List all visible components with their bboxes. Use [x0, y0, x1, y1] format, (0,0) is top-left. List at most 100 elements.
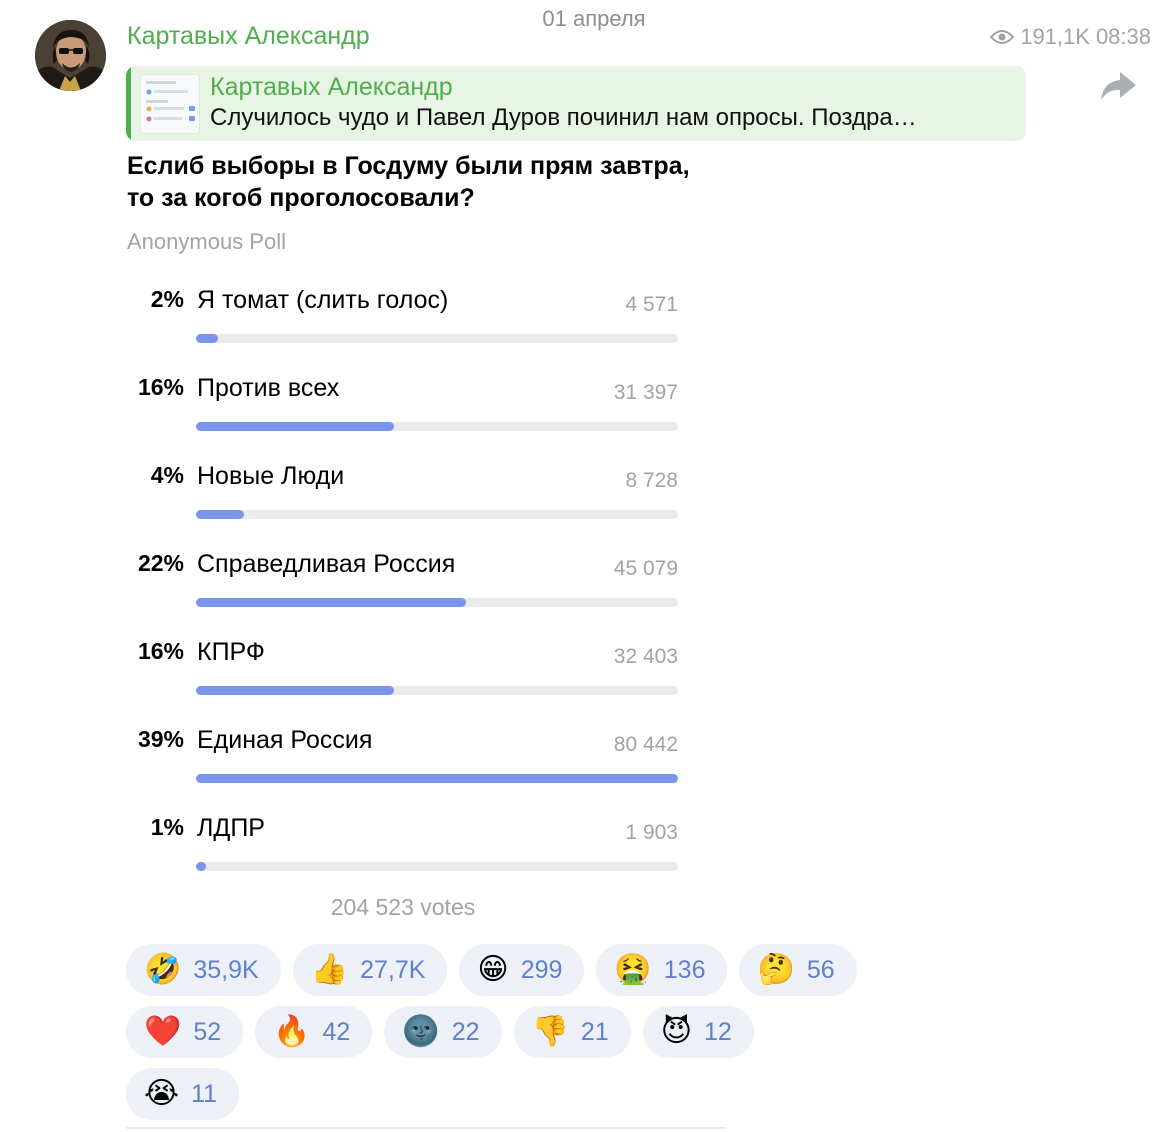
- reaction-emoji-icon: 👎: [531, 1014, 569, 1049]
- reaction-chip[interactable]: 🤮 136: [596, 944, 728, 996]
- reaction-chip[interactable]: 🤣 35,9K: [126, 944, 281, 996]
- poll-options: 2% Я томат (слить голос) 4 571 16% Против вс…: [100, 280, 700, 896]
- reaction-emoji-icon: 👍: [310, 952, 349, 987]
- poll-option-label: ЛДПР: [197, 814, 265, 842]
- share-arrow-icon: [1101, 72, 1136, 100]
- reaction-count: 11: [191, 1079, 218, 1108]
- poll-total-votes: 204 523 votes: [330, 894, 476, 920]
- poll-question-line: то за когоб проголосовали?: [127, 184, 475, 212]
- poll-option-fill: [196, 510, 245, 519]
- poll-option-label: КПРФ: [197, 638, 265, 666]
- reaction-count: 35,9K: [193, 955, 259, 984]
- reaction-emoji-icon: 😭: [144, 1076, 180, 1111]
- poll-option-votes: 8 728: [625, 469, 678, 492]
- reaction-chip[interactable]: 🔥 42: [255, 1006, 373, 1058]
- reaction-chip[interactable]: 😭 11: [126, 1068, 240, 1120]
- reactions-row: 🤣 35,9K 👍 27,7K 😁 299 🤮 136 🤔 56: [126, 944, 886, 996]
- poll-option-fill: [196, 598, 466, 607]
- poll-type-label: Anonymous Poll: [127, 229, 286, 254]
- reply-accent-bar: [126, 66, 131, 141]
- poll-option-percent: 1%: [150, 814, 184, 840]
- poll-option-votes: 80 442: [613, 733, 678, 756]
- poll-option-track: [196, 598, 678, 607]
- poll-option-percent: 16%: [137, 374, 184, 400]
- divider: [126, 1127, 726, 1129]
- poll-option-fill: [196, 686, 394, 695]
- chat-page: 01 апреля Картавых Александр 191,1K 08:3…: [0, 0, 1168, 1132]
- poll-option[interactable]: 16% КПРФ 32 403: [100, 632, 700, 720]
- reaction-count: 136: [663, 955, 706, 984]
- poll-option-percent: 2%: [150, 286, 184, 312]
- poll-option[interactable]: 16% Против всех 31 397: [100, 368, 700, 456]
- poll-option[interactable]: 22% Справедливая Россия 45 079: [100, 544, 700, 632]
- reaction-chip[interactable]: 👎 21: [513, 1006, 631, 1058]
- reaction-emoji-icon: 😈: [660, 1014, 692, 1049]
- reaction-emoji-icon: 😁: [477, 952, 509, 987]
- poll-option-votes: 4 571: [625, 293, 678, 316]
- poll-option-votes: 1 903: [625, 821, 678, 844]
- poll-option-percent: 39%: [137, 726, 184, 752]
- reply-preview[interactable]: Картавых Александр Случилось чудо и Паве…: [126, 66, 1026, 141]
- share-button[interactable]: [1098, 66, 1138, 106]
- reaction-chip[interactable]: 😁 299: [459, 944, 585, 996]
- poll-option-track: [196, 862, 678, 871]
- reaction-chip[interactable]: 🤔 56: [739, 944, 857, 996]
- avatar-image: [35, 20, 106, 91]
- poll-option-label: Я томат (слить голос): [197, 286, 449, 314]
- reactions-row: 😭 11: [126, 1068, 886, 1120]
- poll-question-line: Еслиб выборы в Госдуму были прям завтра,: [127, 152, 690, 180]
- reply-thumbnail: [140, 74, 200, 134]
- poll-option-percent: 16%: [137, 638, 184, 664]
- poll-option-fill: [196, 862, 206, 871]
- poll-option-votes: 45 079: [613, 557, 678, 580]
- reaction-chip[interactable]: 🌚 22: [384, 1006, 502, 1058]
- poll-option-votes: 31 397: [613, 381, 678, 404]
- message-author[interactable]: Картавых Александр: [127, 22, 370, 51]
- poll-option[interactable]: 39% Единая Россия 80 442: [100, 720, 700, 808]
- poll-option[interactable]: 1% ЛДПР 1 903: [100, 808, 700, 896]
- reaction-emoji-icon: 🤮: [614, 952, 652, 987]
- poll-option-label: Справедливая Россия: [197, 550, 456, 578]
- reactions-row: ❤️ 52 🔥 42 🌚 22 👎 21 😈 12: [126, 1006, 886, 1058]
- poll-option-track: [196, 774, 678, 783]
- reaction-count: 27,7K: [360, 955, 426, 984]
- reactions-bar: 🤣 35,9K 👍 27,7K 😁 299 🤮 136 🤔 56 ❤️ 52 🔥 42 🌚 22 👎 21 😈 12 😭…: [126, 944, 886, 1130]
- reaction-count: 52: [193, 1017, 222, 1046]
- reaction-count: 42: [322, 1017, 351, 1046]
- reaction-count: 56: [806, 955, 835, 984]
- reply-text: Случилось чудо и Павел Дуров починил нам…: [210, 104, 917, 131]
- reaction-count: 22: [451, 1017, 480, 1046]
- poll-option-fill: [196, 422, 394, 431]
- poll-option-votes: 32 403: [613, 645, 678, 668]
- reaction-emoji-icon: 🔥: [273, 1014, 311, 1049]
- poll-option-fill: [196, 774, 678, 783]
- poll-option-track: [196, 422, 678, 431]
- poll-option-percent: 22%: [137, 550, 184, 576]
- eye-icon: [990, 29, 1015, 45]
- message-time: 08:38: [1095, 24, 1151, 49]
- avatar[interactable]: [35, 20, 106, 91]
- poll-question: Еслиб выборы в Госдуму были прям завтра,…: [127, 150, 690, 214]
- poll-option-track: [196, 510, 678, 519]
- reaction-emoji-icon: ❤️: [144, 1014, 182, 1049]
- reaction-emoji-icon: 🤔: [757, 952, 795, 987]
- poll-option-label: Новые Люди: [197, 462, 345, 490]
- poll-option-fill: [196, 334, 218, 343]
- reaction-chip[interactable]: 👍 27,7K: [292, 944, 448, 996]
- reaction-chip[interactable]: 😈 12: [642, 1006, 754, 1058]
- poll-option[interactable]: 2% Я томат (слить голос) 4 571: [100, 280, 700, 368]
- reaction-emoji-icon: 🤣: [144, 952, 182, 987]
- reaction-chip[interactable]: ❤️ 52: [126, 1006, 244, 1058]
- message-meta: 191,1K 08:38: [990, 24, 1151, 50]
- poll-option-track: [196, 686, 678, 695]
- poll-option-track: [196, 334, 678, 343]
- poll-option[interactable]: 4% Новые Люди 8 728: [100, 456, 700, 544]
- reaction-count: 12: [703, 1017, 732, 1046]
- reply-author: Картавых Александр: [210, 73, 453, 101]
- reaction-count: 21: [580, 1017, 609, 1046]
- poll-option-label: Единая Россия: [197, 726, 373, 754]
- reaction-emoji-icon: 🌚: [402, 1014, 440, 1049]
- poll-option-label: Против всех: [197, 374, 340, 402]
- reaction-count: 299: [520, 955, 563, 984]
- poll-option-percent: 4%: [150, 462, 184, 488]
